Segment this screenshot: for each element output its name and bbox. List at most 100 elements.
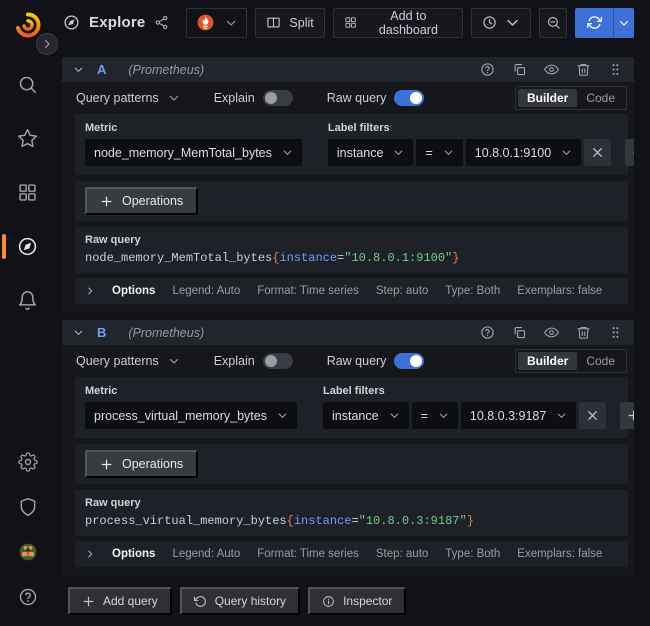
drag-handle-icon[interactable] xyxy=(608,325,623,340)
chevron-down-icon xyxy=(393,147,404,158)
query-help-icon[interactable] xyxy=(480,325,495,340)
metric-labels-panel: Metric process_virtual_memory_bytes Labe… xyxy=(75,377,628,438)
sidebar-item-favorites[interactable] xyxy=(0,128,55,149)
hide-query-icon[interactable] xyxy=(544,62,559,77)
gear-icon xyxy=(18,452,38,472)
sidebar-item-dashboards[interactable] xyxy=(0,182,55,203)
operations-panel: Operations xyxy=(75,181,628,221)
page-title: Explore xyxy=(89,14,145,31)
time-range-picker[interactable] xyxy=(471,8,531,38)
metric-field-label: Metric xyxy=(85,385,297,397)
query-row-a: A (Prometheus) Query patterns xyxy=(62,57,634,312)
grafana-explore-app: Explore Split Add to dashboard xyxy=(0,0,650,626)
duplicate-query-icon[interactable] xyxy=(512,62,527,77)
filter-value-select[interactable]: 10.8.0.3:9187 xyxy=(461,402,576,429)
query-help-icon[interactable] xyxy=(480,62,495,77)
query-datasource-label: (Prometheus) xyxy=(128,326,204,340)
metric-select[interactable]: process_virtual_memory_bytes xyxy=(85,402,297,429)
raw-query-toggle[interactable] xyxy=(394,353,424,369)
plus-icon xyxy=(627,409,634,422)
raw-query-toggle[interactable] xyxy=(394,90,424,106)
query-patterns-dropdown[interactable]: Query patterns xyxy=(76,91,180,105)
sidebar-item-server-admin[interactable] xyxy=(18,497,38,522)
filter-operator-select[interactable]: = xyxy=(416,139,462,166)
editor-mode-switch: Builder Code xyxy=(515,86,627,110)
query-ref-letter: B xyxy=(97,325,106,340)
query-datasource-label: (Prometheus) xyxy=(128,63,204,77)
raw-query-panel: Raw query process_virtual_memory_bytes{i… xyxy=(75,490,628,536)
explain-toggle[interactable] xyxy=(263,90,293,106)
search-minus-icon xyxy=(546,15,561,30)
duplicate-query-icon[interactable] xyxy=(512,325,527,340)
sidebar-item-profile[interactable] xyxy=(18,542,38,567)
remove-filter-button[interactable] xyxy=(579,402,606,429)
run-query-button[interactable] xyxy=(575,8,612,38)
add-to-dashboard-button[interactable]: Add to dashboard xyxy=(333,8,463,38)
delete-query-icon[interactable] xyxy=(576,62,591,77)
sidebar-item-settings[interactable] xyxy=(18,452,38,477)
sidebar-expand-button[interactable] xyxy=(36,33,58,55)
explore-compass-icon xyxy=(63,14,80,31)
chevron-down-icon xyxy=(561,147,572,158)
query-history-button[interactable]: Query history xyxy=(180,587,300,615)
delete-query-icon[interactable] xyxy=(576,325,591,340)
chevron-down-icon xyxy=(618,17,630,29)
sidebar-item-alerting[interactable] xyxy=(0,290,55,311)
info-circle-icon xyxy=(322,595,335,608)
hide-query-icon[interactable] xyxy=(544,325,559,340)
split-button[interactable]: Split xyxy=(255,8,324,38)
sidebar xyxy=(0,0,55,626)
collapse-chevron-icon[interactable] xyxy=(73,64,84,75)
filter-key-select[interactable]: instance xyxy=(328,139,414,166)
explore-pane: A (Prometheus) Query patterns xyxy=(55,45,650,626)
options-collapsed-row[interactable]: Options Legend: Auto Format: Time series… xyxy=(75,278,628,304)
code-mode-button[interactable]: Code xyxy=(577,352,624,370)
add-operation-button[interactable]: Operations xyxy=(85,450,198,478)
options-format: Format: Time series xyxy=(257,548,359,560)
filter-operator-select[interactable]: = xyxy=(412,402,458,429)
raw-query-code: process_virtual_memory_bytes{instance="1… xyxy=(85,514,618,528)
share-icon[interactable] xyxy=(154,15,169,30)
raw-query-title: Raw query xyxy=(85,234,618,246)
query-header[interactable]: A (Prometheus) xyxy=(62,57,634,82)
builder-mode-button[interactable]: Builder xyxy=(518,352,577,370)
code-mode-button[interactable]: Code xyxy=(577,89,624,107)
add-query-button[interactable]: Add query xyxy=(68,587,172,615)
collapse-chevron-icon[interactable] xyxy=(73,327,84,338)
options-exemplars: Exemplars: false xyxy=(517,285,602,297)
zoom-out-button[interactable] xyxy=(539,8,568,38)
query-header[interactable]: B (Prometheus) xyxy=(62,320,634,345)
filter-key-select[interactable]: instance xyxy=(323,402,409,429)
options-collapsed-row[interactable]: Options Legend: Auto Format: Time series… xyxy=(75,541,628,567)
add-filter-button[interactable] xyxy=(625,139,634,166)
filter-value-select[interactable]: 10.8.0.1:9100 xyxy=(466,139,581,166)
split-icon xyxy=(266,15,281,30)
apps-grid-icon xyxy=(17,182,38,203)
query-patterns-dropdown[interactable]: Query patterns xyxy=(76,354,180,368)
add-filter-button[interactable] xyxy=(620,402,634,429)
query-row-b: B (Prometheus) Query patterns xyxy=(62,320,634,575)
metric-select[interactable]: node_memory_MemTotal_bytes xyxy=(85,139,302,166)
chevron-down-icon xyxy=(282,147,293,158)
datasource-picker[interactable] xyxy=(186,8,247,38)
explain-toggle[interactable] xyxy=(263,353,293,369)
sidebar-item-explore[interactable] xyxy=(0,236,55,257)
sidebar-item-search[interactable] xyxy=(0,74,55,95)
chevron-right-icon xyxy=(85,286,95,296)
builder-mode-button[interactable]: Builder xyxy=(518,89,577,107)
explain-label: Explain xyxy=(214,91,255,105)
query-ref-letter: A xyxy=(97,62,106,77)
label-filters-label: Label filters xyxy=(328,122,634,134)
close-icon xyxy=(586,409,599,422)
plus-icon xyxy=(100,195,113,208)
remove-filter-button[interactable] xyxy=(584,139,611,166)
clock-icon xyxy=(482,15,497,30)
sidebar-item-help[interactable] xyxy=(18,587,38,612)
drag-handle-icon[interactable] xyxy=(608,62,623,77)
refresh-interval-dropdown[interactable] xyxy=(613,8,634,38)
inspector-button[interactable]: Inspector xyxy=(308,587,406,615)
raw-query-panel: Raw query node_memory_MemTotal_bytes{ins… xyxy=(75,227,628,273)
add-operation-button[interactable]: Operations xyxy=(85,187,198,215)
options-step: Step: auto xyxy=(376,285,428,297)
options-legend: Legend: Auto xyxy=(172,285,240,297)
